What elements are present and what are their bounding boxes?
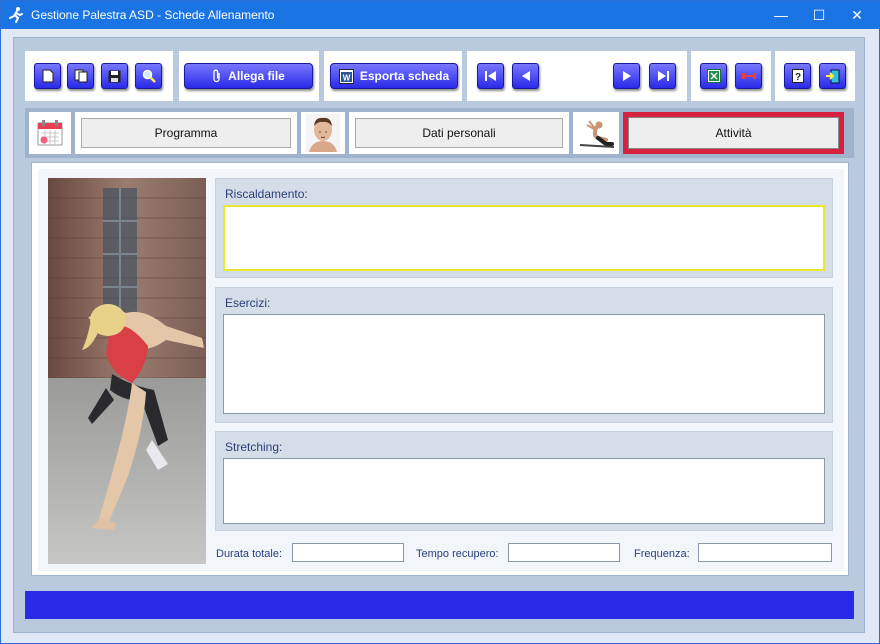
export-toolbar: W Esporta scheda bbox=[324, 51, 462, 101]
prev-record-button[interactable] bbox=[512, 63, 539, 89]
tab-programma[interactable]: Programma bbox=[75, 112, 297, 154]
svg-text:?: ? bbox=[794, 72, 800, 83]
maximize-button[interactable]: ☐ bbox=[801, 1, 837, 29]
save-button[interactable] bbox=[101, 63, 128, 89]
maximize-icon: ☐ bbox=[812, 6, 826, 23]
exit-button[interactable] bbox=[819, 63, 846, 89]
export-sheet-label: Esporta scheda bbox=[359, 69, 450, 83]
tab-dati-icon-box bbox=[301, 112, 345, 154]
navigation-toolbar bbox=[467, 51, 687, 101]
close-icon: ✕ bbox=[851, 6, 863, 23]
dumbbell-icon bbox=[741, 73, 756, 79]
workout-figure-icon bbox=[579, 120, 615, 148]
search-button[interactable] bbox=[135, 63, 162, 89]
copy-icon bbox=[74, 69, 87, 83]
warmup-textarea[interactable] bbox=[223, 205, 825, 271]
tab-programma-icon-box bbox=[29, 112, 71, 154]
frequency-label: Frequenza: bbox=[634, 548, 690, 560]
close-button[interactable]: ✕ bbox=[839, 1, 875, 29]
tab-attivita-label: Attività bbox=[628, 117, 839, 149]
fitness-photo bbox=[48, 178, 206, 564]
warmup-section: Riscaldamento: bbox=[215, 178, 833, 278]
title-bar[interactable]: Gestione Palestra ASD - Schede Allenamen… bbox=[1, 1, 879, 29]
runner-app-icon bbox=[9, 7, 23, 23]
attach-toolbar: Allega file bbox=[179, 51, 319, 101]
tab-programma-label: Programma bbox=[81, 118, 291, 148]
next-record-button[interactable] bbox=[613, 63, 640, 89]
window-title: Gestione Palestra ASD - Schede Allenamen… bbox=[31, 8, 275, 22]
skip-last-icon bbox=[657, 71, 669, 81]
last-record-button[interactable] bbox=[649, 63, 676, 89]
tools-toolbar bbox=[691, 51, 771, 101]
dumbbell-button[interactable] bbox=[735, 63, 762, 89]
exit-door-icon bbox=[826, 69, 840, 83]
stretching-textarea[interactable] bbox=[223, 458, 825, 524]
help-toolbar: ? bbox=[775, 51, 855, 101]
magnifier-icon bbox=[142, 69, 156, 83]
export-sheet-button[interactable]: W Esporta scheda bbox=[330, 63, 458, 89]
total-duration-input[interactable] bbox=[292, 543, 404, 562]
man-portrait-icon bbox=[306, 114, 340, 152]
status-bar bbox=[25, 591, 854, 619]
arrow-left-icon bbox=[521, 71, 530, 81]
exercises-label: Esercizi: bbox=[225, 296, 271, 310]
app-window: Gestione Palestra ASD - Schede Allenamen… bbox=[0, 0, 880, 644]
word-icon: W bbox=[338, 68, 354, 84]
excel-export-button[interactable] bbox=[700, 63, 727, 89]
floppy-disk-icon bbox=[108, 70, 121, 82]
total-duration-label: Durata totale: bbox=[216, 548, 283, 560]
woman-workout-image bbox=[48, 178, 206, 564]
frequency-input[interactable] bbox=[698, 543, 832, 562]
recovery-time-label: Tempo recupero: bbox=[416, 548, 499, 560]
attach-file-button[interactable]: Allega file bbox=[184, 63, 313, 89]
minimize-icon: — bbox=[774, 7, 788, 23]
first-record-button[interactable] bbox=[477, 63, 504, 89]
paperclip-icon bbox=[213, 69, 220, 83]
warmup-label: Riscaldamento: bbox=[225, 187, 308, 201]
minimize-button[interactable]: — bbox=[763, 1, 799, 29]
tab-bar: Programma Dati personali Attività bbox=[25, 108, 854, 158]
svg-text:W: W bbox=[343, 73, 351, 82]
tab-attivita-icon-box bbox=[573, 112, 619, 154]
stretching-label: Stretching: bbox=[225, 440, 283, 454]
calendar-icon bbox=[37, 120, 63, 146]
tab-attivita[interactable]: Attività bbox=[623, 112, 844, 154]
file-toolbar bbox=[25, 51, 173, 101]
question-icon: ? bbox=[791, 69, 804, 83]
tab-dati-personali[interactable]: Dati personali bbox=[349, 112, 569, 154]
tab-dati-personali-label: Dati personali bbox=[355, 118, 563, 148]
main-panel: Allega file W Esporta scheda ? Programma… bbox=[13, 37, 865, 633]
exercises-section: Esercizi: bbox=[215, 287, 833, 423]
activity-panel: Riscaldamento: Esercizi: Stretching: Dur… bbox=[31, 162, 849, 576]
arrow-right-icon bbox=[622, 71, 631, 81]
new-document-button[interactable] bbox=[34, 63, 61, 89]
skip-first-icon bbox=[484, 71, 496, 81]
recovery-time-input[interactable] bbox=[508, 543, 620, 562]
excel-icon bbox=[706, 69, 721, 83]
help-button[interactable]: ? bbox=[784, 63, 811, 89]
exercises-textarea[interactable] bbox=[223, 314, 825, 414]
new-document-icon bbox=[42, 69, 53, 83]
activity-form: Riscaldamento: Esercizi: Stretching: Dur… bbox=[38, 169, 844, 571]
attach-file-label: Allega file bbox=[228, 69, 285, 83]
stretching-section: Stretching: bbox=[215, 431, 833, 531]
copy-button[interactable] bbox=[67, 63, 94, 89]
